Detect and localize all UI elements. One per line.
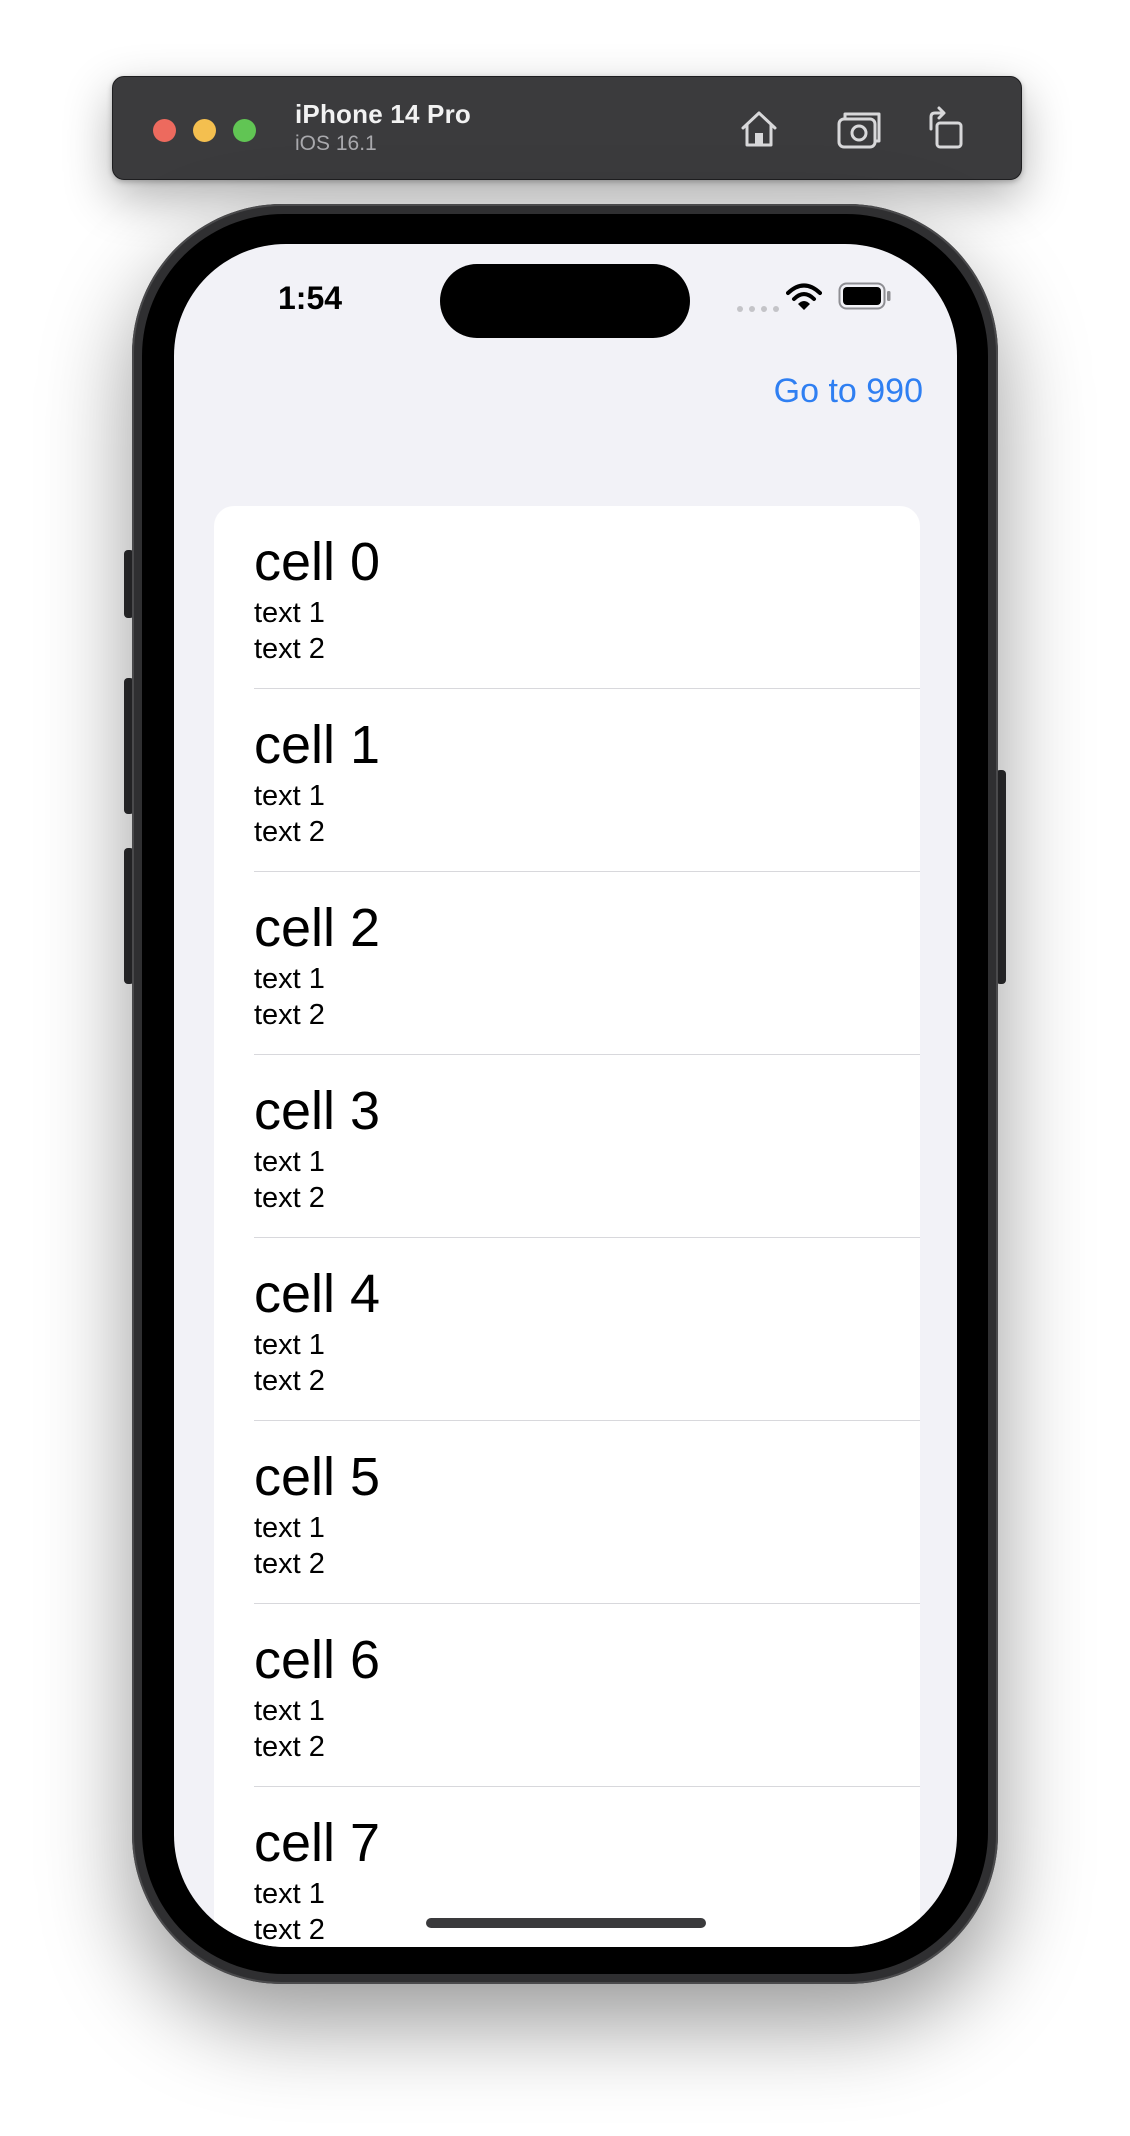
cell-subtitle-2: text 2 [254, 816, 325, 848]
wifi-icon [786, 283, 822, 310]
cell-subtitle-2: text 2 [254, 633, 325, 665]
status-time: 1:54 [278, 280, 343, 316]
cell-title: cell 3 [254, 1081, 381, 1141]
rotate-button[interactable] [921, 103, 973, 155]
cell-subtitle-1: text 1 [254, 1146, 325, 1178]
cell-subtitle-2: text 2 [254, 1731, 325, 1763]
home-icon [741, 111, 777, 147]
rotate-icon [929, 106, 963, 149]
cell-title: cell 7 [254, 1813, 381, 1873]
home-button[interactable] [733, 103, 785, 155]
cell-subtitle-1: text 1 [254, 780, 325, 812]
cell-subtitle-1: text 1 [254, 1512, 325, 1544]
list-item[interactable]: cell 5 text 1 text 2 [214, 1421, 920, 1604]
cell-subtitle-2: text 2 [254, 1182, 325, 1214]
cell-subtitle-1: text 1 [254, 1695, 325, 1727]
phone-screen: 1:54 Go to 990 cell 0 text 1 text 2 cell… [174, 244, 957, 1947]
close-window-button[interactable] [153, 119, 176, 142]
device-name: iPhone 14 Pro [295, 99, 471, 129]
cell-subtitle-2: text 2 [254, 1365, 325, 1397]
cell-subtitle-1: text 1 [254, 1878, 325, 1910]
cell-subtitle-1: text 1 [254, 963, 325, 995]
cell-subtitle-1: text 1 [254, 597, 325, 629]
cell-subtitle-2: text 2 [254, 1548, 325, 1580]
cell-title: cell 1 [254, 715, 381, 775]
battery-icon [838, 282, 891, 310]
zoom-window-button[interactable] [233, 119, 256, 142]
signal-icon [737, 306, 779, 312]
cell-subtitle-1: text 1 [254, 1329, 325, 1361]
screenshot-button[interactable] [833, 103, 885, 155]
screenshot-icon [837, 112, 881, 149]
list-item[interactable]: cell 2 text 1 text 2 [214, 872, 920, 1055]
minimize-window-button[interactable] [193, 119, 216, 142]
home-indicator[interactable] [426, 1918, 706, 1928]
list-item[interactable]: cell 6 text 1 text 2 [214, 1604, 920, 1787]
list-item[interactable]: cell 1 text 1 text 2 [214, 689, 920, 872]
cell-title: cell 2 [254, 898, 381, 958]
cell-subtitle-2: text 2 [254, 999, 325, 1031]
simulator-title-bar: iPhone 14 Pro iOS 16.1 [112, 76, 1022, 180]
cell-title: cell 4 [254, 1264, 381, 1324]
go-to-990-button[interactable]: Go to 990 [774, 372, 923, 411]
os-version: iOS 16.1 [295, 132, 377, 155]
cell-list: cell 0 text 1 text 2 cell 1 text 1 text … [214, 506, 920, 1947]
dynamic-island [440, 264, 690, 338]
list-item[interactable]: cell 4 text 1 text 2 [214, 1238, 920, 1421]
cell-title: cell 0 [254, 532, 381, 592]
cell-title: cell 6 [254, 1630, 381, 1690]
list-item[interactable]: cell 3 text 1 text 2 [214, 1055, 920, 1238]
list-item[interactable]: cell 0 text 1 text 2 [214, 506, 920, 689]
cell-title: cell 5 [254, 1447, 381, 1507]
cell-subtitle-2: text 2 [254, 1914, 325, 1946]
